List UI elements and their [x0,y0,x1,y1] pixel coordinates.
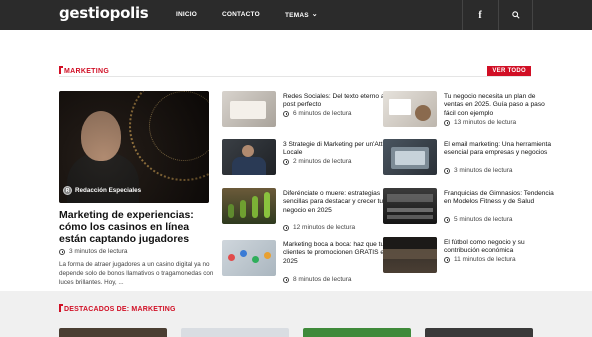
search-icon [511,11,520,19]
nav-inicio[interactable]: INICIO [176,11,197,18]
article-thumbnail[interactable] [222,240,276,276]
author-badge[interactable]: R Redacción Especiales [63,186,141,195]
article-read-time: 8 minutos de lectura [283,276,352,283]
article-read-time: 13 minutos de lectura [444,119,516,126]
nav-contacto[interactable]: CONTACTO [222,11,260,18]
article-thumbnail[interactable] [383,91,437,127]
article-read-time: 3 minutos de lectura [444,167,513,174]
article-thumbnail[interactable] [383,188,437,224]
section-title[interactable]: MARKETING [64,68,109,75]
article-read-time: 6 minutos de lectura [283,110,352,117]
nav-temas[interactable]: TEMAS ⌄ [285,11,318,19]
clock-icon [59,248,65,255]
article-read-time: 5 minutos de lectura [444,216,513,223]
article-thumbnail[interactable] [222,91,276,127]
article-thumbnail[interactable] [222,139,276,175]
featured-thumbnail[interactable] [425,328,533,337]
article-title[interactable]: Redes Sociales: Del texto eterno al post… [283,93,395,110]
site-logo[interactable]: gestiopolis [59,4,149,22]
feature-title[interactable]: Marketing de experiencias: cómo los casi… [59,209,214,245]
clock-icon [283,110,289,117]
section-divider [59,76,531,77]
view-all-button[interactable]: VER TODO [487,66,531,76]
top-navbar: gestiopolis INICIO CONTACTO TEMAS ⌄ f [0,0,592,30]
clock-icon [283,224,289,231]
clock-icon [444,119,450,126]
search-button[interactable] [498,0,533,30]
feature-excerpt: La forma de atraer jugadores a un casino… [59,261,214,286]
article-title[interactable]: Tu negocio necesita un plan de ventas en… [444,93,556,118]
featured-thumbnail[interactable] [303,328,411,337]
clock-icon [283,158,289,165]
facebook-icon[interactable]: f [462,0,497,30]
clock-icon [444,167,450,174]
article-title[interactable]: Diferénciate o muere: estrategias sencil… [283,190,395,215]
section-header: MARKETING VER TODO [59,66,531,78]
article-thumbnail[interactable] [383,237,437,273]
featured-section-title: DESTACADOS DE: MARKETING [64,306,176,313]
clock-icon [283,276,289,283]
avatar: R [63,186,72,195]
article-title[interactable]: El fútbol como negocio y su contribución… [444,239,556,256]
article-read-time: 11 minutos de lectura [444,256,516,263]
clock-icon [444,256,450,263]
chevron-down-icon: ⌄ [311,11,318,18]
feature-read-time: 3 minutos de lectura [59,248,128,255]
article-title[interactable]: El email marketing: Una herramienta esen… [444,141,556,158]
section-accent [59,66,63,74]
article-thumbnail[interactable] [222,188,276,224]
article-title[interactable]: Franquicias de Gimnasios: Tendencia en M… [444,190,556,207]
nav-temas-label: TEMAS [285,12,309,19]
author-name: Redacción Especiales [75,187,142,194]
clock-icon [444,216,450,223]
article-title[interactable]: 3 Strategie di Marketing per un'Attività… [283,141,395,158]
article-thumbnail[interactable] [383,139,437,175]
article-title[interactable]: Marketing boca a boca: haz que tus clien… [283,241,395,266]
article-read-time: 2 minutos de lectura [283,158,352,165]
featured-thumbnail[interactable] [59,328,167,337]
section-accent [59,304,63,312]
article-read-time: 12 minutos de lectura [283,224,355,231]
featured-thumbnail[interactable] [181,328,289,337]
